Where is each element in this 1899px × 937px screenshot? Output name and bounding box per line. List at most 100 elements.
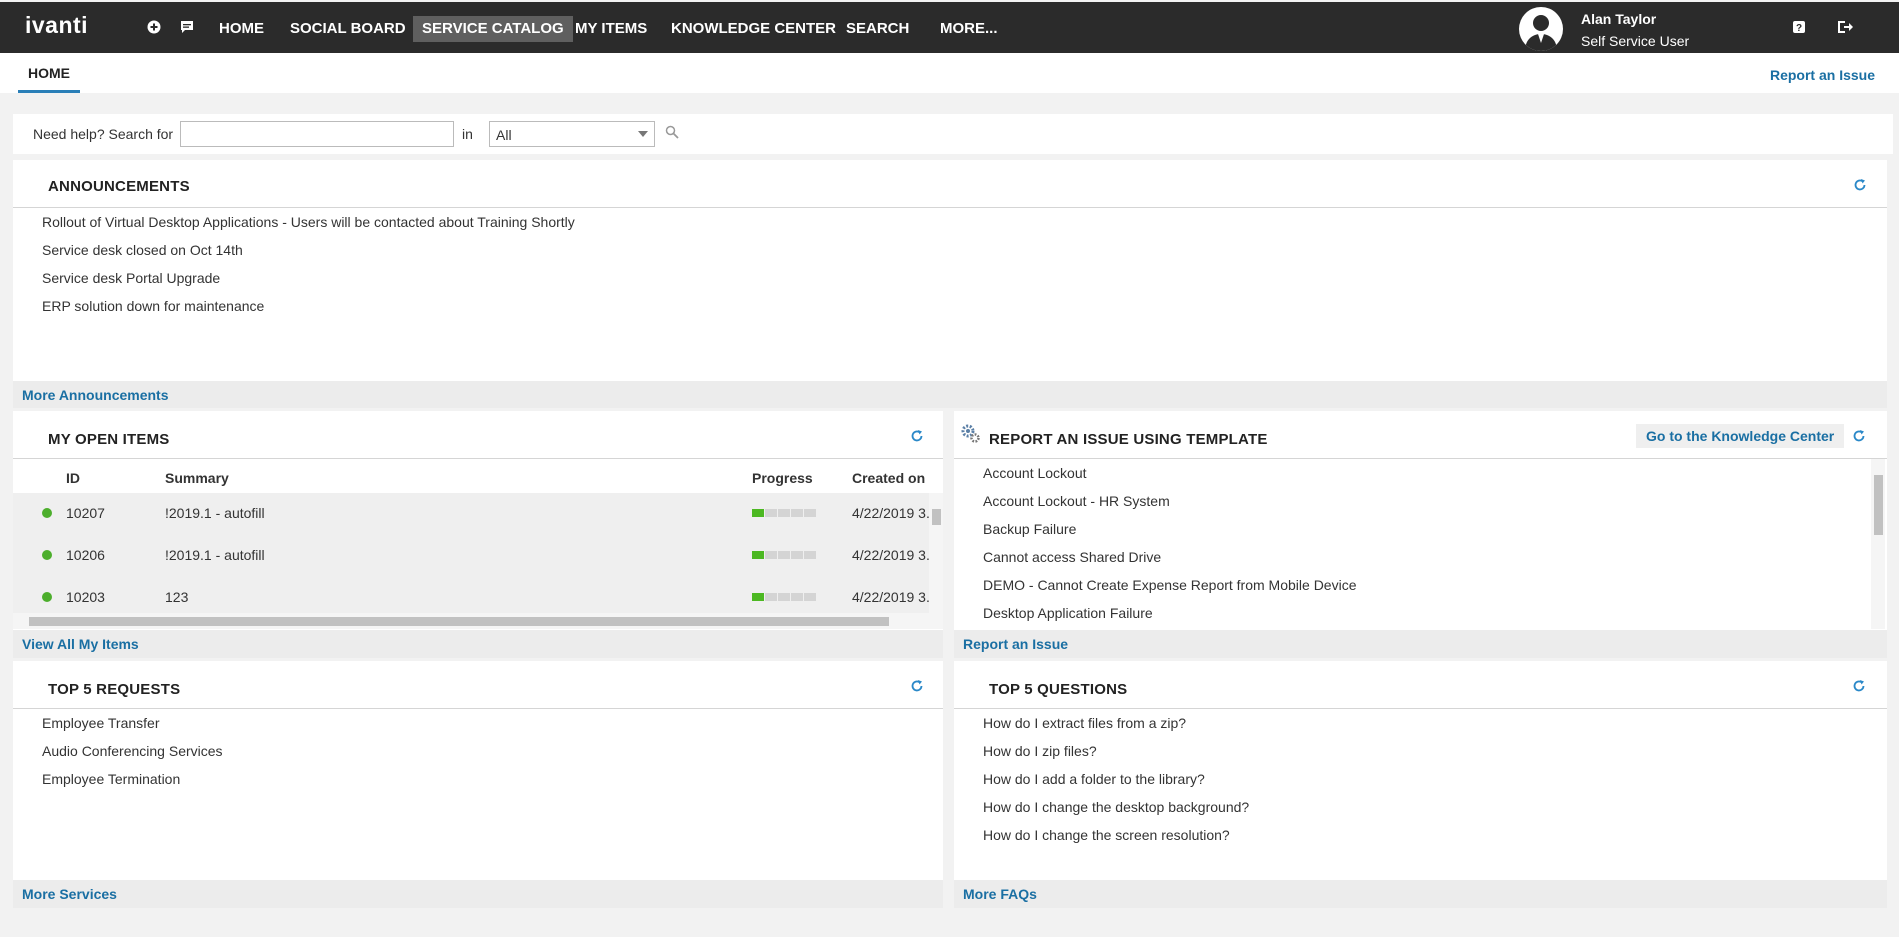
open-items-title: MY OPEN ITEMS — [48, 431, 170, 448]
item-id[interactable]: 10203 — [66, 589, 105, 605]
page-tab-bar: HOME Report an Issue — [0, 53, 1899, 93]
search-in-label: in — [462, 126, 473, 142]
search-scope-value: All — [496, 127, 512, 143]
announcement-item[interactable]: Service desk closed on Oct 14th — [42, 242, 243, 258]
user-role: Self Service User — [1581, 33, 1690, 49]
item-id[interactable]: 10207 — [66, 505, 105, 521]
item-summary[interactable]: !2019.1 - autofill — [165, 505, 265, 521]
announcements-title: ANNOUNCEMENTS — [48, 178, 190, 195]
progress-bar — [752, 593, 816, 601]
item-summary[interactable]: !2019.1 - autofill — [165, 547, 265, 563]
progress-bar — [752, 509, 816, 517]
question-item[interactable]: How do I zip files? — [983, 743, 1097, 759]
add-icon[interactable] — [145, 18, 163, 36]
user-name[interactable]: Alan Taylor — [1581, 11, 1656, 27]
scrollbar-thumb[interactable] — [1874, 475, 1883, 535]
scrollbar-thumb[interactable] — [29, 617, 889, 626]
refresh-icon[interactable] — [1853, 178, 1867, 192]
avatar[interactable] — [1519, 7, 1563, 51]
divider — [954, 708, 1887, 709]
tab-home[interactable]: HOME — [18, 53, 80, 93]
top-questions-footer: More FAQs — [954, 880, 1887, 908]
announcement-item[interactable]: ERP solution down for maintenance — [42, 298, 264, 314]
top-requests-title: TOP 5 REQUESTS — [48, 681, 181, 698]
view-all-items-link[interactable]: View All My Items — [22, 636, 139, 652]
more-faqs-link[interactable]: More FAQs — [963, 886, 1037, 902]
scrollbar-thumb[interactable] — [932, 509, 941, 525]
refresh-icon[interactable] — [1852, 429, 1866, 443]
request-item[interactable]: Audio Conferencing Services — [42, 743, 223, 759]
refresh-icon[interactable] — [1852, 679, 1866, 693]
templates-panel: REPORT AN ISSUE USING TEMPLATE Go to the… — [954, 411, 1887, 658]
ivanti-logo[interactable]: ivanti — [25, 12, 88, 39]
request-item[interactable]: Employee Transfer — [42, 715, 160, 731]
more-announcements-link[interactable]: More Announcements — [22, 387, 169, 403]
item-created: 4/22/2019 3. — [852, 505, 930, 521]
refresh-icon[interactable] — [910, 429, 924, 443]
request-item[interactable]: Employee Termination — [42, 771, 180, 787]
announcement-item[interactable]: Service desk Portal Upgrade — [42, 270, 220, 286]
nav-service-catalog[interactable]: SERVICE CATALOG — [413, 16, 573, 42]
chat-icon[interactable] — [178, 18, 196, 36]
nav-my-items[interactable]: MY ITEMS — [566, 16, 656, 42]
column-header-id[interactable]: ID — [66, 470, 80, 486]
status-ok-icon — [42, 508, 52, 518]
nav-home[interactable]: HOME — [210, 16, 273, 42]
templates-footer: Report an Issue — [954, 630, 1887, 658]
help-icon[interactable]: ? — [1792, 20, 1808, 36]
top-questions-title: TOP 5 QUESTIONS — [989, 681, 1128, 698]
search-scope-select[interactable]: All — [489, 121, 655, 147]
question-item[interactable]: How do I change the screen resolution? — [983, 827, 1230, 843]
open-items-table: 10207 !2019.1 - autofill 4/22/2019 3. 10… — [13, 493, 943, 613]
report-issue-link[interactable]: Report an Issue — [1770, 67, 1875, 83]
column-header-progress[interactable]: Progress — [752, 470, 813, 486]
divider — [13, 458, 943, 459]
template-item[interactable]: Backup Failure — [983, 521, 1076, 537]
template-item[interactable]: Account Lockout - HR System — [983, 493, 1170, 509]
logout-icon[interactable] — [1837, 20, 1853, 36]
announcements-panel: ANNOUNCEMENTS Rollout of Virtual Desktop… — [13, 160, 1887, 408]
announcement-item[interactable]: Rollout of Virtual Desktop Applications … — [42, 214, 575, 230]
chevron-down-icon — [638, 131, 648, 137]
column-header-summary[interactable]: Summary — [165, 470, 229, 486]
item-created: 4/22/2019 3. — [852, 589, 930, 605]
horizontal-scrollbar[interactable] — [13, 613, 943, 629]
item-summary[interactable]: 123 — [165, 589, 188, 605]
question-item[interactable]: How do I extract files from a zip? — [983, 715, 1186, 731]
vertical-scrollbar[interactable] — [1871, 459, 1885, 629]
more-services-link[interactable]: More Services — [22, 886, 117, 902]
item-id[interactable]: 10206 — [66, 547, 105, 563]
top-questions-panel: TOP 5 QUESTIONS How do I extract files f… — [954, 661, 1887, 908]
progress-bar — [752, 551, 816, 559]
template-item[interactable]: Cannot access Shared Drive — [983, 549, 1161, 565]
search-label: Need help? Search for — [33, 126, 174, 142]
nav-more[interactable]: MORE... — [931, 16, 1007, 42]
nav-social-board[interactable]: SOCIAL BOARD — [281, 16, 415, 42]
nav-knowledge-center[interactable]: KNOWLEDGE CENTER — [662, 16, 845, 42]
question-item[interactable]: How do I change the desktop background? — [983, 799, 1249, 815]
top-requests-panel: TOP 5 REQUESTS Employee Transfer Audio C… — [13, 661, 943, 908]
open-items-panel: MY OPEN ITEMS ID Summary Progress Create… — [13, 411, 943, 658]
top-requests-footer: More Services — [13, 880, 943, 908]
divider — [954, 458, 1887, 459]
announcements-footer: More Announcements — [13, 381, 1887, 408]
template-item[interactable]: Account Lockout — [983, 465, 1087, 481]
template-item[interactable]: DEMO - Cannot Create Expense Report from… — [983, 577, 1356, 593]
question-item[interactable]: How do I add a folder to the library? — [983, 771, 1205, 787]
nav-search[interactable]: SEARCH — [837, 16, 918, 42]
search-input[interactable] — [180, 121, 454, 147]
go-to-knowledge-center-button[interactable]: Go to the Knowledge Center — [1636, 424, 1845, 448]
search-bar: Need help? Search for in All — [13, 114, 1893, 154]
vertical-scrollbar[interactable] — [929, 493, 943, 613]
divider — [13, 708, 943, 709]
template-item[interactable]: Desktop Application Failure — [983, 605, 1153, 621]
refresh-icon[interactable] — [910, 679, 924, 693]
item-created: 4/22/2019 3. — [852, 547, 930, 563]
search-icon[interactable] — [665, 125, 681, 141]
svg-text:?: ? — [1796, 23, 1802, 34]
divider — [13, 207, 1887, 208]
report-issue-link[interactable]: Report an Issue — [963, 636, 1068, 652]
status-ok-icon — [42, 592, 52, 602]
column-header-created[interactable]: Created on — [852, 470, 925, 486]
top-navigation-bar: ivanti HOME SOCIAL BOARD SERVICE CATALOG… — [0, 2, 1899, 53]
